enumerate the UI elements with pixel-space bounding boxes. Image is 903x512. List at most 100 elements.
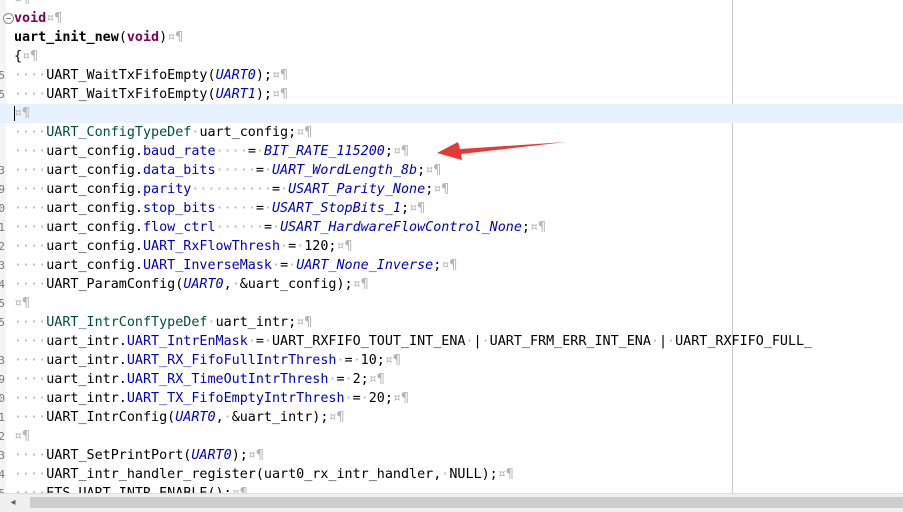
code-token: UART1 (215, 87, 256, 102)
whitespace-marker: ····· (215, 201, 256, 216)
line-number: 3 (0, 449, 5, 462)
code-token: = (255, 163, 264, 178)
whitespace-marker: · (360, 391, 369, 406)
whitespace-marker: · (481, 334, 490, 349)
code-line[interactable]: 5 ¤¶ (0, 294, 903, 313)
code-text: ····ETS_UART_INTR_ENABLE();¤¶ (14, 484, 248, 493)
whitespace-marker: · (288, 258, 297, 273)
scroll-left-icon[interactable]: ◂ (4, 496, 22, 510)
line-number: 5 (0, 69, 5, 82)
code-line[interactable]: 3 ····uart_intr.UART_RX_FifoFullIntrThres… (0, 351, 903, 370)
code-text: ····UART_WaitTxFifoEmpty(UART0);¤¶ (14, 66, 288, 85)
code-text: ····uart_intr.UART_TX_FifoEmptyIntrThres… (14, 389, 409, 408)
code-line[interactable]: 2 ····uart_config.UART_RxFlowThresh·=·120… (0, 237, 903, 256)
code-line[interactable]: ¤¶ (0, 104, 903, 123)
whitespace-marker: ···· (14, 201, 47, 216)
code-token: uart_config. (46, 220, 143, 235)
code-line[interactable]: 5 ····ETS_UART_INTR_ENABLE();¤¶ (0, 484, 903, 493)
code-line[interactable]: ¤¶ (0, 0, 903, 9)
whitespace-marker: ···· (14, 68, 47, 83)
whitespace-marker: ···· (14, 163, 47, 178)
code-line[interactable]: 9 ····uart_config.parity··········=·USART… (0, 180, 903, 199)
whitespace-marker: · (280, 239, 289, 254)
whitespace-marker: ·········· (191, 182, 272, 197)
code-token: , (223, 277, 232, 292)
code-line[interactable]: 5 ····UART_WaitTxFifoEmpty(UART0);¤¶ (0, 66, 903, 85)
code-token: = (288, 239, 297, 254)
code-token: UART_TX_FifoEmptyIntrThresh (126, 391, 345, 406)
code-token: UART0 (215, 68, 256, 83)
code-line[interactable]: 4 ····UART_ParamConfig(UART0,·&uart_confi… (0, 275, 903, 294)
whitespace-marker: ¤¶ (167, 30, 184, 45)
code-line[interactable]: 3 ····uart_config.UART_InverseMask·=·UART… (0, 256, 903, 275)
whitespace-marker: · (650, 334, 659, 349)
code-line[interactable]: 0 ····uart_config.stop_bits·····=·USART_S… (0, 199, 903, 218)
whitespace-marker: ···· (14, 182, 47, 197)
code-text: ····UART_IntrConfTypeDef·uart_intr;¤¶ (14, 313, 312, 332)
code-text: ····uart_config.baud_rate····=·BIT_RATE_… (14, 142, 409, 161)
whitespace-marker: ¤¶ (497, 467, 514, 482)
code-line[interactable]: 1 ····uart_config.flow_ctrl······=·USART_… (0, 218, 903, 237)
code-token: UART_IntrEnMask (126, 334, 248, 349)
code-text: ····uart_intr.UART_IntrEnMask·=·UART_RXF… (14, 332, 812, 351)
code-text: {¤¶ (14, 47, 38, 66)
fold-toggle-icon[interactable]: − (3, 13, 14, 24)
code-token: 120; (304, 239, 337, 254)
line-number: 4 (0, 278, 5, 291)
whitespace-marker: ···· (14, 353, 47, 368)
code-token: USART_HardwareFlowControl_None (280, 220, 522, 235)
code-line[interactable]: 9 ····uart_intr.UART_RX_TimeOutIntrThresh… (0, 370, 903, 389)
code-token: BIT_RATE_115200 (263, 144, 385, 159)
whitespace-marker: ···· (14, 467, 47, 482)
line-number: 9 (0, 373, 5, 386)
scrollbar-thumb[interactable] (30, 497, 903, 508)
line-number: 3 (0, 259, 5, 272)
code-line[interactable]: 3 ····UART_SetPrintPort(UART0);¤¶ (0, 446, 903, 465)
whitespace-marker: ¤¶ (232, 486, 248, 493)
code-text: ····UART_intr_handler_register(uart0_rx_… (14, 465, 514, 484)
whitespace-marker: ···· (14, 315, 47, 330)
code-text: ····uart_config.UART_InverseMask·=·UART_… (14, 256, 457, 275)
code-token: data_bits (143, 163, 216, 178)
code-token: ; (521, 220, 530, 235)
code-line[interactable]: uart_init_new(void)¤¶ (0, 28, 903, 47)
code-text: ····uart_config.UART_RxFlowThresh·=·120;… (14, 237, 353, 256)
whitespace-marker: ···· (14, 144, 47, 159)
code-line[interactable]: ····UART_ConfigTypeDef·uart_config;¤¶ (0, 123, 903, 142)
code-text: ····UART_ParamConfig(UART0,·&uart_config… (14, 275, 369, 294)
whitespace-marker: · (272, 220, 281, 235)
code-token: uart_intr. (46, 391, 127, 406)
code-token: UART_None_Inverse (296, 258, 434, 273)
line-number: 3 (0, 354, 5, 367)
whitespace-marker: ¤¶ (336, 239, 353, 254)
code-editor[interactable]: ¤¶−void¤¶uart_init_new(void)¤¶{¤¶5····UA… (0, 0, 903, 493)
code-token: = (352, 391, 361, 406)
code-text: ····uart_config.parity··········=·USART_… (14, 180, 449, 199)
horizontal-scrollbar[interactable]: ◂ (0, 493, 903, 512)
code-token: uart_intr; (215, 315, 297, 330)
code-token: UART_RX_FifoFullIntrThresh (126, 353, 337, 368)
code-token: 2; (352, 372, 369, 387)
code-line[interactable]: 3 ····uart_config.data_bits·····=·UART_Wo… (0, 161, 903, 180)
code-line[interactable]: {¤¶ (0, 47, 903, 66)
code-text: ¤¶ (14, 427, 30, 446)
code-text: void¤¶ (14, 9, 62, 28)
code-token: uart_config. (46, 201, 143, 216)
code-line[interactable]: 1 ····UART_IntrConfig(UART0,·&uart_intr);… (0, 408, 903, 427)
code-line[interactable]: 2 ¤¶ (0, 427, 903, 446)
code-line[interactable]: 0 ····uart_intr.UART_TX_FifoEmptyIntrThre… (0, 389, 903, 408)
code-line[interactable]: 5 ····UART_IntrConfTypeDef·uart_intr;¤¶ (0, 313, 903, 332)
code-token: uart_config. (46, 182, 143, 197)
line-number: 5 (0, 316, 5, 329)
code-line[interactable]: 4 ····UART_intr_handler_register(uart0_rx… (0, 465, 903, 484)
whitespace-marker: · (263, 334, 272, 349)
code-line[interactable]: − void¤¶ (0, 9, 903, 28)
line-number: 0 (0, 392, 5, 405)
code-token: ; (384, 144, 393, 159)
code-line[interactable]: ····uart_config.baud_rate····=·BIT_RATE_… (0, 142, 903, 161)
code-line[interactable]: ····uart_intr.UART_IntrEnMask·=·UART_RXF… (0, 332, 903, 351)
whitespace-marker: ¤¶ (296, 125, 313, 140)
code-line[interactable]: 5 ····UART_WaitTxFifoEmpty(UART1);¤¶ (0, 85, 903, 104)
whitespace-marker: · (231, 277, 240, 292)
code-token: uart_config; (199, 125, 297, 140)
